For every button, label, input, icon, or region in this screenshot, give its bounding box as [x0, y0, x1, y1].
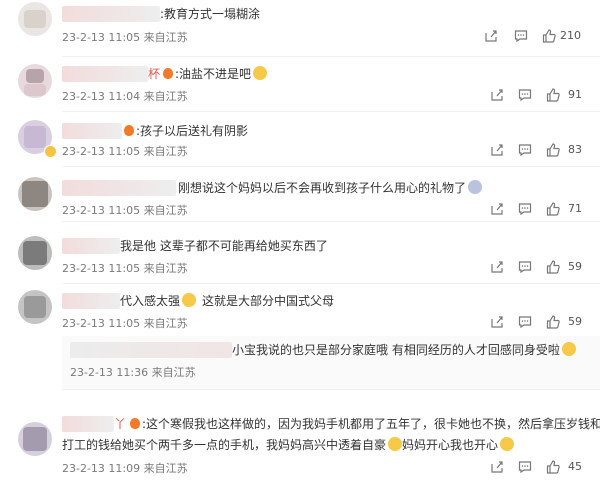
- verified-badge-icon: [44, 145, 57, 158]
- crying-emoji-icon: [182, 293, 197, 307]
- avatar[interactable]: [18, 64, 52, 98]
- comment-actions: 45: [490, 460, 600, 476]
- comment-icon[interactable]: [518, 315, 532, 329]
- share-icon[interactable]: [490, 260, 504, 274]
- share-icon[interactable]: [484, 29, 498, 43]
- username-blurred[interactable]: [62, 238, 120, 254]
- comment-item: 杯 :油盐不进是吧 23-2-13 11:04 来自江苏 91: [0, 57, 600, 112]
- comment-actions: 210: [484, 29, 594, 45]
- like-count: 83: [568, 143, 582, 156]
- like-icon[interactable]: [546, 88, 560, 102]
- avatar[interactable]: [18, 2, 52, 36]
- comment-actions: 91: [490, 88, 600, 104]
- like-count: 59: [568, 260, 582, 273]
- like-count: 59: [568, 315, 582, 328]
- comment-actions: 59: [490, 315, 600, 331]
- comment-item: 丫 :这个寒假我也这样做的，因为我妈手机都用了五年了，很卡她也不换，然后拿压岁钱…: [0, 400, 600, 485]
- comment-item: 我是他 这辈子都不可能再给她买东西了 23-2-13 11:05 来自江苏 59: [0, 222, 600, 284]
- comment-icon[interactable]: [518, 202, 532, 216]
- comment-meta: 23-2-13 11:04 来自江苏: [62, 90, 188, 103]
- comment-item: :教育方式一塌糊涂 23-2-13 11:05 来自江苏 210: [0, 0, 600, 57]
- fire-icon: [130, 418, 140, 429]
- share-icon[interactable]: [490, 88, 504, 102]
- share-icon[interactable]: [490, 315, 504, 329]
- divider: [62, 389, 600, 390]
- username-blurred[interactable]: [62, 416, 114, 432]
- reply-meta: 23-2-13 11:36 来自江苏: [70, 366, 196, 379]
- reply-text: 小宝我说的也只是部分家庭哦 有相同经历的人才回感同身受啦: [232, 342, 576, 358]
- like-count: 71: [568, 202, 582, 215]
- like-icon[interactable]: [546, 315, 560, 329]
- comment-meta: 23-2-13 11:05 来自江苏: [62, 145, 188, 158]
- comment-icon[interactable]: [518, 88, 532, 102]
- comment-text: :油盐不进是吧: [161, 66, 268, 82]
- comment-item: 刚想说这个妈妈以后不会再收到孩子什么用心的礼物了 23-2-13 11:05 来…: [0, 167, 600, 222]
- comment-text: 我是他 这辈子都不可能再给她买东西了: [120, 239, 328, 253]
- like-icon[interactable]: [546, 460, 560, 474]
- like-count: 45: [568, 460, 582, 473]
- share-icon[interactable]: [490, 460, 504, 474]
- laughing-emoji-icon: [388, 437, 403, 451]
- fire-icon: [124, 125, 134, 136]
- like-icon[interactable]: [546, 202, 560, 216]
- comment-actions: 59: [490, 260, 600, 276]
- like-count: 210: [560, 29, 581, 42]
- comment-text: 代入感太强 这就是大部分中国式父母: [120, 293, 335, 308]
- comment-username-suffix: 丫: [114, 417, 127, 431]
- comment-text: 刚想说这个妈妈以后不会再收到孩子什么用心的礼物了: [178, 180, 483, 196]
- comment-text-line1: :这个寒假我也这样做的，因为我妈手机都用了五年了，很卡她也不换，然后拿压岁钱和暑…: [128, 416, 600, 432]
- avatar[interactable]: [18, 290, 52, 324]
- like-icon[interactable]: [546, 143, 560, 157]
- fire-icon: [163, 68, 173, 79]
- avatar[interactable]: [18, 422, 52, 456]
- comment-icon[interactable]: [518, 260, 532, 274]
- username-blurred[interactable]: [62, 6, 160, 22]
- comment-text: :教育方式一塌糊涂: [160, 7, 261, 21]
- comment-meta: 23-2-13 11:05 来自江苏: [62, 31, 188, 44]
- comment-actions: 71: [490, 202, 600, 218]
- like-count: 91: [568, 88, 582, 101]
- comment-meta: 23-2-13 11:05 来自江苏: [62, 317, 188, 330]
- crying-emoji-icon: [253, 66, 268, 80]
- comment-icon[interactable]: [518, 460, 532, 474]
- comment-text-line2: 打工的钱给她买个两千多一点的手机，我妈妈高兴中透着自豪 妈妈开心我也开心: [62, 437, 515, 453]
- username-blurred[interactable]: [62, 180, 176, 196]
- like-icon[interactable]: [546, 260, 560, 274]
- avatar[interactable]: [18, 177, 52, 211]
- share-icon[interactable]: [490, 143, 504, 157]
- username-blurred[interactable]: [62, 293, 120, 309]
- comment-username-suffix: 杯: [148, 67, 161, 81]
- comment-icon[interactable]: [518, 143, 532, 157]
- username-blurred[interactable]: [70, 342, 232, 358]
- comment-icon[interactable]: [514, 29, 528, 43]
- comment-meta: 23-2-13 11:09 来自江苏: [62, 462, 188, 475]
- username-blurred[interactable]: [62, 66, 148, 82]
- scared-emoji-icon: [468, 180, 483, 194]
- username-blurred[interactable]: [62, 123, 122, 139]
- share-icon[interactable]: [490, 202, 504, 216]
- avatar[interactable]: [18, 236, 52, 270]
- comment-actions: 83: [490, 143, 600, 159]
- comment-item: 代入感太强 这就是大部分中国式父母 23-2-13 11:05 来自江苏 59: [0, 284, 600, 336]
- comment-text: :孩子以后送礼有阴影: [122, 123, 248, 139]
- comment-item: :孩子以后送礼有阴影 23-2-13 11:05 来自江苏 83: [0, 112, 600, 167]
- comment-meta: 23-2-13 11:05 来自江苏: [62, 204, 188, 217]
- comment-meta: 23-2-13 11:05 来自江苏: [62, 262, 188, 275]
- hug-emoji-icon: [561, 342, 576, 356]
- happy-emoji-icon: [500, 437, 515, 451]
- like-icon[interactable]: [542, 29, 556, 43]
- reply-item: 小宝我说的也只是部分家庭哦 有相同经历的人才回感同身受啦 23-2-13 11:…: [0, 336, 600, 390]
